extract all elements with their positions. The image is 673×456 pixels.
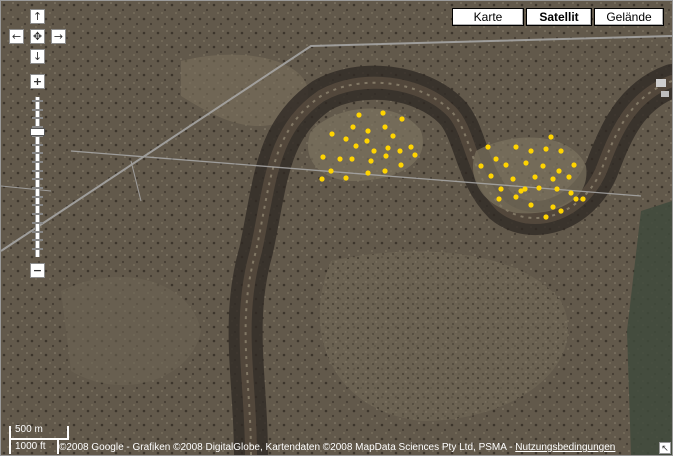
location-marker[interactable] — [543, 214, 549, 220]
location-marker[interactable] — [349, 156, 355, 162]
zoom-tick[interactable] — [32, 100, 43, 102]
location-marker[interactable] — [573, 196, 579, 202]
location-marker[interactable] — [540, 163, 546, 169]
location-marker[interactable] — [522, 186, 528, 192]
location-marker[interactable] — [385, 145, 391, 151]
location-marker[interactable] — [478, 163, 484, 169]
location-marker[interactable] — [350, 124, 356, 130]
zoom-tick[interactable] — [32, 213, 43, 216]
location-marker[interactable] — [329, 131, 335, 137]
location-marker[interactable] — [390, 133, 396, 139]
location-marker[interactable] — [532, 174, 538, 180]
location-marker[interactable] — [398, 162, 404, 168]
zoom-tick[interactable] — [32, 152, 43, 155]
location-marker[interactable] — [554, 186, 560, 192]
location-marker[interactable] — [365, 128, 371, 134]
zoom-tick[interactable] — [32, 221, 43, 224]
location-marker[interactable] — [543, 146, 549, 152]
zoom-tick[interactable] — [32, 195, 43, 198]
location-marker[interactable] — [556, 168, 562, 174]
location-marker[interactable] — [528, 202, 534, 208]
pan-left-button[interactable]: ← — [9, 29, 24, 44]
location-marker[interactable] — [371, 148, 377, 154]
location-marker[interactable] — [493, 156, 499, 162]
location-marker[interactable] — [550, 204, 556, 210]
location-marker[interactable] — [503, 162, 509, 168]
location-marker[interactable] — [412, 152, 418, 158]
location-marker[interactable] — [513, 144, 519, 150]
zoom-tick[interactable] — [32, 117, 43, 120]
location-marker[interactable] — [397, 148, 403, 154]
zoom-slider-handle[interactable] — [30, 128, 45, 136]
map-attribution: ©2008 Google - Grafiken ©2008 DigitalGlo… — [59, 442, 615, 453]
location-marker[interactable] — [510, 176, 516, 182]
pan-right-button[interactable]: → — [51, 29, 66, 44]
location-marker[interactable] — [408, 144, 414, 150]
location-marker[interactable] — [320, 154, 326, 160]
zoom-slider-track[interactable] — [35, 97, 40, 257]
scale-imperial-label: 1000 ft — [15, 441, 46, 452]
location-marker[interactable] — [558, 148, 564, 154]
location-marker[interactable] — [319, 176, 325, 182]
location-marker[interactable] — [571, 162, 577, 168]
satellite-imagery — [1, 1, 672, 455]
location-marker[interactable] — [382, 168, 388, 174]
zoom-tick[interactable] — [32, 143, 43, 146]
zoom-tick[interactable] — [32, 247, 43, 250]
map-type-satellit-button[interactable]: Satellit — [526, 8, 592, 26]
location-marker[interactable] — [568, 190, 574, 196]
location-marker[interactable] — [548, 134, 554, 140]
location-marker[interactable] — [337, 156, 343, 162]
location-marker[interactable] — [380, 110, 386, 116]
location-marker[interactable] — [488, 173, 494, 179]
map-type-gelaende-button[interactable]: Gelände — [594, 8, 664, 26]
location-marker[interactable] — [382, 124, 388, 130]
location-marker[interactable] — [523, 160, 529, 166]
zoom-tick[interactable] — [32, 178, 43, 181]
location-marker[interactable] — [580, 196, 586, 202]
location-marker[interactable] — [566, 174, 572, 180]
zoom-out-button[interactable]: − — [30, 263, 45, 278]
zoom-tick[interactable] — [32, 169, 43, 172]
terms-of-use-link[interactable]: Nutzungsbedingungen — [515, 442, 615, 453]
location-marker[interactable] — [485, 144, 491, 150]
location-marker[interactable] — [498, 186, 504, 192]
location-marker[interactable] — [496, 196, 502, 202]
location-marker[interactable] — [368, 158, 374, 164]
location-marker[interactable] — [356, 112, 362, 118]
attribution-text: ©2008 Google - Grafiken ©2008 DigitalGlo… — [59, 442, 516, 453]
zoom-in-button[interactable]: + — [30, 74, 45, 89]
satellite-map[interactable]: Karte Satellit Gelände ↑ ← ✥ → ↓ + − 500… — [0, 0, 673, 456]
location-marker[interactable] — [353, 143, 359, 149]
zoom-tick[interactable] — [32, 108, 43, 111]
zoom-tick[interactable] — [32, 239, 43, 242]
location-marker[interactable] — [365, 170, 371, 176]
map-type-bar: Karte Satellit Gelände — [452, 8, 664, 26]
zoom-tick[interactable] — [32, 187, 43, 189]
location-marker[interactable] — [513, 194, 519, 200]
location-marker[interactable] — [383, 153, 389, 159]
location-marker[interactable] — [558, 208, 564, 214]
zoom-tick[interactable] — [32, 230, 43, 233]
pan-down-button[interactable]: ↓ — [30, 49, 45, 64]
location-marker[interactable] — [550, 176, 556, 182]
scale-metric-label: 500 m — [15, 424, 43, 435]
zoom-tick[interactable] — [32, 204, 43, 207]
resize-corner-icon[interactable]: ↖ — [659, 442, 671, 454]
location-marker[interactable] — [399, 116, 405, 122]
location-marker[interactable] — [536, 185, 542, 191]
location-marker[interactable] — [343, 136, 349, 142]
location-marker[interactable] — [328, 168, 334, 174]
location-marker[interactable] — [528, 148, 534, 154]
map-type-karte-button[interactable]: Karte — [452, 8, 524, 26]
zoom-tick[interactable] — [32, 160, 43, 163]
location-marker[interactable] — [364, 138, 370, 144]
pan-up-button[interactable]: ↑ — [30, 9, 45, 24]
center-map-button[interactable]: ✥ — [30, 29, 45, 44]
location-marker[interactable] — [343, 175, 349, 181]
